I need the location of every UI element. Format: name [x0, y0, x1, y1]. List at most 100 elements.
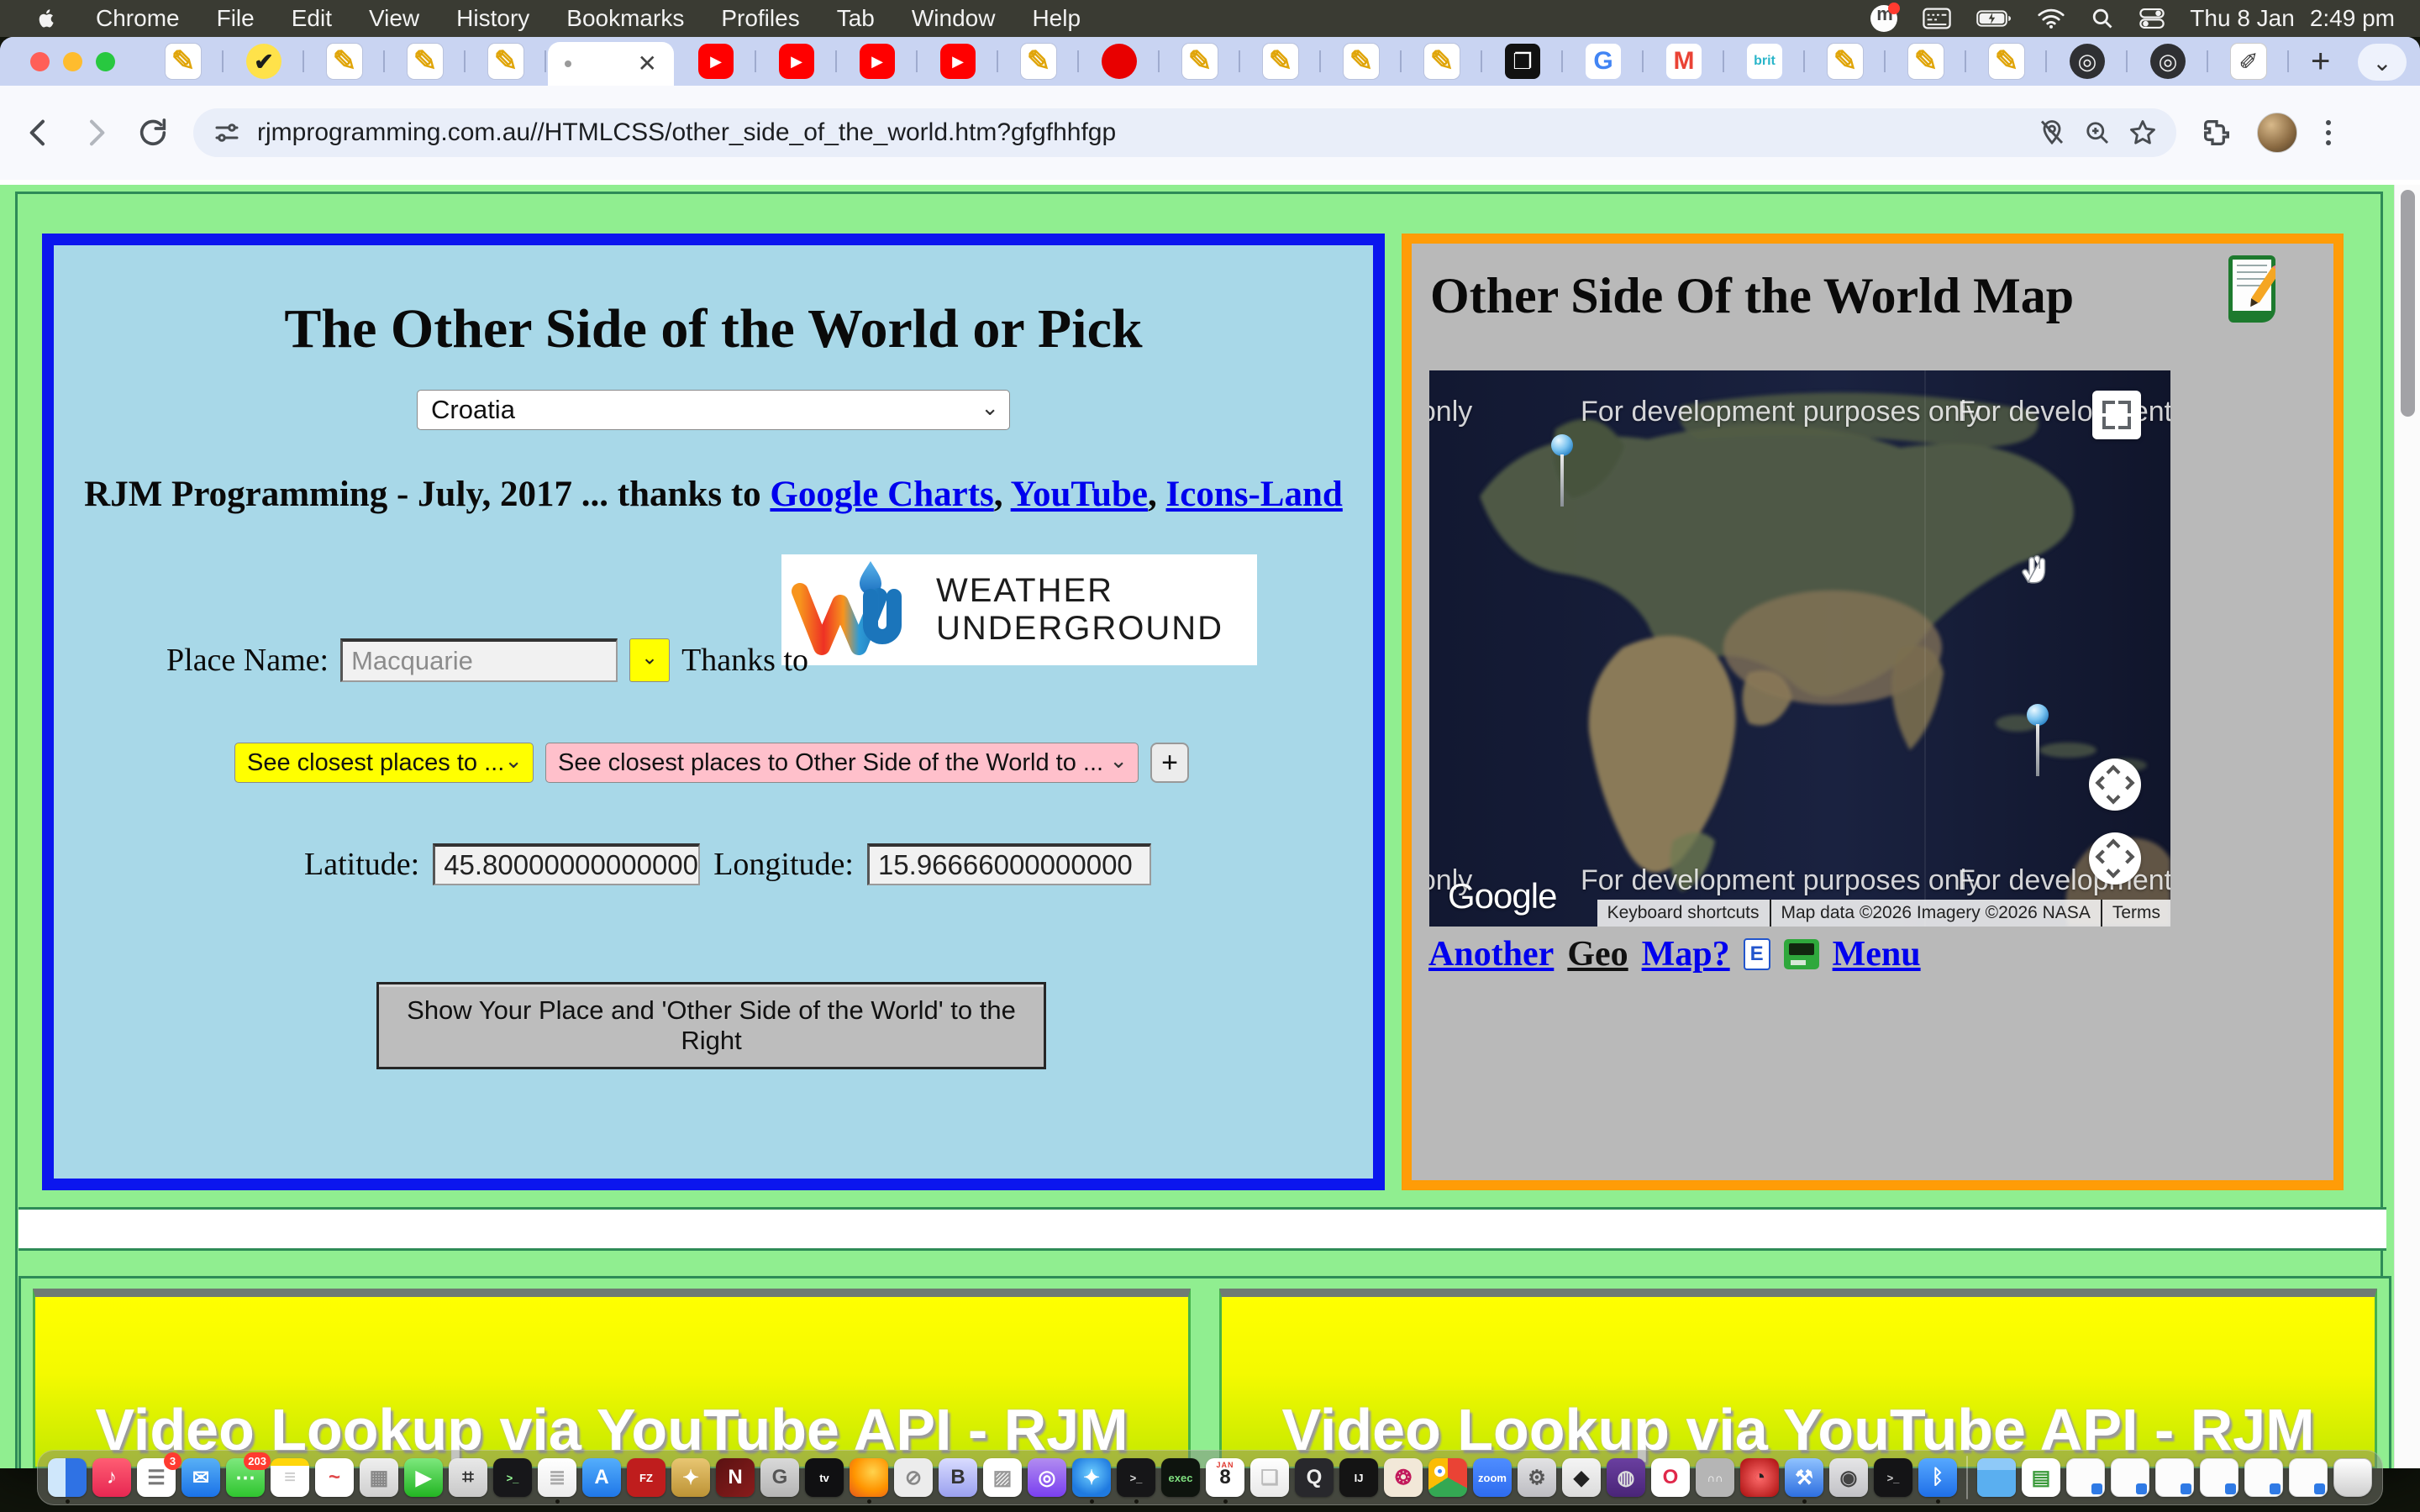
dock-item[interactable]	[2066, 1458, 2105, 1497]
place-name-input[interactable]: Macquarie	[340, 638, 618, 682]
browser-tab[interactable]	[1724, 38, 1805, 85]
youtube-link[interactable]: YouTube	[1011, 475, 1148, 514]
browser-tab[interactable]	[1160, 38, 1240, 85]
map-marker-otherside[interactable]	[2027, 704, 2049, 726]
address-bar[interactable]: rjmprogramming.com.au//HTMLCSS/other_sid…	[193, 108, 2176, 157]
menu-item[interactable]: View	[350, 5, 438, 32]
new-tab-button[interactable]: +	[2311, 45, 2330, 78]
dock-item[interactable]: ᛒ	[1918, 1458, 1957, 1497]
dock-item[interactable]: tv	[805, 1458, 844, 1497]
dock-item[interactable]: zoom	[1473, 1458, 1512, 1497]
dock-item[interactable]: ◔	[1740, 1458, 1779, 1497]
browser-tab[interactable]	[1079, 38, 1160, 85]
url-text[interactable]: rjmprogramming.com.au//HTMLCSS/other_sid…	[257, 118, 2022, 147]
place-suggest-select[interactable]	[629, 638, 670, 682]
menu-item[interactable]: Profiles	[702, 5, 818, 32]
browser-tab[interactable]	[143, 38, 224, 85]
browser-tab[interactable]	[756, 38, 837, 85]
browser-menu-icon[interactable]	[2321, 120, 2336, 145]
dock-item[interactable]	[2333, 1458, 2372, 1497]
profile-avatar[interactable]	[2257, 113, 2297, 153]
dock-item[interactable]	[48, 1458, 87, 1497]
browser-tab[interactable]	[1482, 38, 1563, 85]
dock-item[interactable]: ▤	[2022, 1458, 2060, 1497]
browser-tab[interactable]	[1966, 38, 2047, 85]
map-pan-control[interactable]	[2089, 832, 2141, 885]
site-settings-icon[interactable]	[212, 118, 242, 148]
dock-item[interactable]	[2155, 1458, 2194, 1497]
dock-item[interactable]: ∩∩	[1696, 1458, 1734, 1497]
status-app-icon[interactable]	[1870, 5, 1897, 32]
dock-item[interactable]: ≣	[538, 1458, 576, 1497]
keyboard-shortcuts-button[interactable]: Keyboard shortcuts	[1597, 900, 1770, 927]
menu-item[interactable]: History	[438, 5, 548, 32]
zoom-window-button[interactable]	[96, 52, 115, 71]
closest-otherside-select[interactable]: See closest places to Other Side of the …	[545, 743, 1139, 783]
dock-item[interactable]: N	[716, 1458, 755, 1497]
page-scrollbar[interactable]	[2394, 185, 2420, 1468]
menu-item[interactable]: Bookmarks	[548, 5, 702, 32]
dock-item[interactable]: Q	[1295, 1458, 1334, 1497]
location-blocked-icon[interactable]	[2037, 118, 2067, 148]
dock-item[interactable]: ✦	[1072, 1458, 1111, 1497]
map-fullscreen-button[interactable]	[2092, 391, 2141, 439]
google-logo[interactable]: Google	[1448, 876, 1556, 916]
browser-tab[interactable]	[1644, 38, 1724, 85]
dock-item[interactable]: exec	[1161, 1458, 1200, 1497]
longitude-input[interactable]: 15.96666000000000	[867, 843, 1151, 885]
dock-item[interactable]	[1977, 1458, 2016, 1497]
browser-tab[interactable]	[304, 38, 385, 85]
browser-tab[interactable]	[1321, 38, 1402, 85]
zoom-page-icon[interactable]	[2082, 118, 2112, 148]
dock-item[interactable]: O	[1651, 1458, 1690, 1497]
dock-item[interactable]: ⊘	[894, 1458, 933, 1497]
browser-tab[interactable]	[1886, 38, 1966, 85]
reload-button[interactable]	[136, 116, 170, 150]
browser-tab[interactable]	[1240, 38, 1321, 85]
menu-item[interactable]: Help	[1013, 5, 1099, 32]
browser-tab[interactable]	[2128, 38, 2208, 85]
dock-item[interactable]: ▨	[983, 1458, 1022, 1497]
menu-item[interactable]: Edit	[273, 5, 350, 32]
extensions-icon[interactable]	[2200, 116, 2233, 150]
dock-item[interactable]: ◍	[1607, 1458, 1645, 1497]
control-center-icon[interactable]	[2139, 8, 2165, 29]
show-place-button[interactable]: Show Your Place and 'Other Side of the W…	[376, 982, 1046, 1069]
menu-link[interactable]: Menu	[1833, 934, 1921, 974]
dock-item[interactable]	[2244, 1458, 2283, 1497]
dock-item[interactable]: ⚒	[1785, 1458, 1823, 1497]
dock-item[interactable]: >_	[1874, 1458, 1912, 1497]
dock-item[interactable]	[2111, 1458, 2149, 1497]
map-link[interactable]: Map?	[1642, 934, 1730, 974]
browser-tab[interactable]	[224, 38, 304, 85]
dock-item[interactable]: ◎	[1028, 1458, 1066, 1497]
dock-item[interactable]	[2289, 1458, 2328, 1497]
browser-tab[interactable]	[998, 38, 1079, 85]
dock-item[interactable]: ❏	[1250, 1458, 1289, 1497]
browser-tab[interactable]	[837, 38, 918, 85]
dock-item[interactable]: ☰ 3	[137, 1458, 176, 1497]
dock-item[interactable]: ◆	[1562, 1458, 1601, 1497]
apple-logo-icon[interactable]	[29, 6, 66, 31]
tab-search-chevron[interactable]: ⌄	[2358, 44, 2407, 81]
menu-item[interactable]: Window	[893, 5, 1014, 32]
keyboard-switcher-icon[interactable]	[1923, 6, 1951, 31]
close-window-button[interactable]	[30, 52, 50, 71]
browser-tab[interactable]	[1402, 38, 1482, 85]
bookmark-star-icon[interactable]	[2128, 118, 2158, 148]
dock-item[interactable]: ≡	[271, 1458, 309, 1497]
dock-item[interactable]: >_	[1117, 1458, 1155, 1497]
dock-item[interactable]: FZ	[627, 1458, 666, 1497]
terms-link[interactable]: Terms	[2101, 900, 2170, 927]
dock-item[interactable]: ▦	[360, 1458, 398, 1497]
geo-link[interactable]: Geo	[1567, 934, 1628, 974]
country-select[interactable]: Croatia	[417, 390, 1010, 430]
dock-item[interactable]: ⋯ 203	[226, 1458, 265, 1497]
dock-item[interactable]: B	[939, 1458, 977, 1497]
forward-button[interactable]	[79, 116, 113, 150]
menu-bar-clock[interactable]: Thu 8 Jan 2:49 pm	[2190, 5, 2395, 32]
close-tab-icon[interactable]: ✕	[638, 52, 657, 76]
latitude-input[interactable]: 45.80000000000000	[433, 843, 700, 885]
dock-item[interactable]: ❂	[1384, 1458, 1423, 1497]
minimize-window-button[interactable]	[63, 52, 82, 71]
